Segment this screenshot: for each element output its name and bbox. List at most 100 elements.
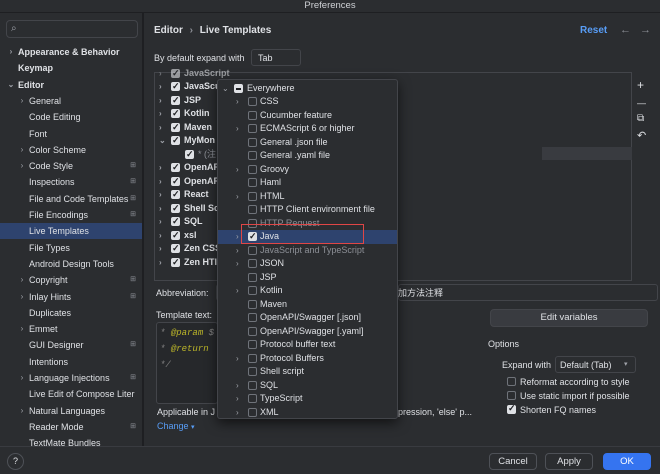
context-item-ecmascript-6-or-higher[interactable]: › ECMAScript 6 or higher <box>218 122 397 136</box>
template-group-checkbox[interactable] <box>171 67 180 80</box>
reformat-checkbox[interactable] <box>507 377 516 386</box>
context-item-kotlin[interactable]: › Kotlin <box>218 284 397 298</box>
context-checkbox[interactable] <box>248 124 257 133</box>
chevron-right-icon[interactable]: › <box>236 230 239 244</box>
template-group-checkbox[interactable] <box>171 161 180 174</box>
forward-arrow-icon[interactable]: → <box>640 24 651 36</box>
chevron-right-icon[interactable]: › <box>18 93 26 109</box>
everywhere-checkbox[interactable] <box>234 84 243 93</box>
context-checkbox[interactable] <box>248 97 257 106</box>
cancel-button[interactable]: Cancel <box>489 453 537 470</box>
minus-icon[interactable]: — <box>637 97 646 109</box>
context-checkbox[interactable] <box>248 367 257 376</box>
sidebar-item-file-types[interactable]: File Types <box>0 240 142 256</box>
sidebar-item-textmate-bundles[interactable]: TextMate Bundles <box>0 435 142 446</box>
chevron-right-icon[interactable]: › <box>236 122 239 136</box>
plus-icon[interactable]: + <box>637 79 644 91</box>
sidebar-item-inlay-hints[interactable]: › Inlay Hints ⊞ <box>0 289 142 305</box>
template-group-checkbox[interactable] <box>171 188 180 201</box>
chevron-right-icon[interactable]: › <box>18 289 26 305</box>
template-group-checkbox[interactable] <box>171 229 180 242</box>
context-checkbox[interactable] <box>248 191 257 201</box>
chevron-right-icon[interactable]: › <box>7 44 15 60</box>
chevron-down-icon[interactable]: ⌄ <box>7 77 15 93</box>
context-item-css[interactable]: › CSS <box>218 95 397 109</box>
context-item-typescript[interactable]: › TypeScript <box>218 392 397 406</box>
context-item-maven[interactable]: Maven <box>218 298 397 312</box>
sidebar-item-natural-languages[interactable]: › Natural Languages <box>0 403 142 419</box>
chevron-right-icon[interactable]: › <box>159 107 162 120</box>
chevron-right-icon[interactable]: › <box>236 190 239 204</box>
breadcrumb-editor[interactable]: Editor <box>154 25 183 36</box>
context-item-http-client-environment-file[interactable]: HTTP Client environment file <box>218 203 397 217</box>
static-import-checkbox[interactable] <box>507 391 516 400</box>
chevron-right-icon[interactable]: › <box>159 215 162 228</box>
template-group-checkbox[interactable] <box>171 80 180 93</box>
sidebar-item-color-scheme[interactable]: › Color Scheme <box>0 142 142 158</box>
sidebar-item-file-and-code-templates[interactable]: File and Code Templates ⊞ <box>0 191 142 207</box>
context-item-xml[interactable]: › XML <box>218 406 397 419</box>
sidebar-item-code-style[interactable]: › Code Style ⊞ <box>0 158 142 174</box>
template-group-checkbox[interactable] <box>185 148 194 161</box>
undo-icon[interactable]: ↶ <box>637 130 646 142</box>
chevron-right-icon[interactable]: › <box>18 403 26 419</box>
context-item-openapi-swagger-yaml[interactable]: OpenAPI/Swagger [.yaml] <box>218 325 397 339</box>
chevron-right-icon[interactable]: › <box>159 94 162 107</box>
context-checkbox[interactable] <box>248 380 257 390</box>
sidebar-item-live-templates[interactable]: Live Templates <box>0 223 142 240</box>
sidebar-item-editor[interactable]: ⌄ Editor <box>0 77 142 93</box>
template-group-checkbox[interactable] <box>171 107 180 120</box>
chevron-right-icon[interactable]: › <box>159 256 162 269</box>
chevron-right-icon[interactable]: › <box>236 379 239 393</box>
context-item-jsp[interactable]: JSP <box>218 271 397 285</box>
context-item-json[interactable]: › JSON <box>218 257 397 271</box>
context-checkbox[interactable] <box>248 164 257 174</box>
chevron-right-icon[interactable]: › <box>236 244 239 258</box>
context-checkbox[interactable] <box>248 353 257 363</box>
sidebar-item-live-edit-of-compose-liter[interactable]: Live Edit of Compose Liter <box>0 386 142 402</box>
context-checkbox[interactable] <box>248 286 257 295</box>
context-checkbox[interactable] <box>248 151 257 160</box>
template-group-checkbox[interactable] <box>171 134 180 147</box>
context-item-general-yaml-file[interactable]: General .yaml file <box>218 149 397 163</box>
context-item-groovy[interactable]: › Groovy <box>218 163 397 177</box>
help-button[interactable]: ? <box>7 453 24 470</box>
description-input[interactable]: 法加方法注释 <box>389 284 658 301</box>
chevron-right-icon[interactable]: › <box>18 142 26 158</box>
sidebar-item-code-editing[interactable]: Code Editing <box>0 109 142 125</box>
chevron-down-icon[interactable]: ⌄ <box>159 134 166 147</box>
context-item-general-json-file[interactable]: General .json file <box>218 136 397 150</box>
context-item-haml[interactable]: Haml <box>218 176 397 190</box>
chevron-right-icon[interactable]: › <box>236 284 239 298</box>
template-group-checkbox[interactable] <box>171 94 180 107</box>
template-group-checkbox[interactable] <box>171 256 180 269</box>
chevron-right-icon[interactable]: › <box>236 257 239 271</box>
chevron-right-icon[interactable]: › <box>236 392 239 406</box>
context-item-html[interactable]: › HTML <box>218 190 397 204</box>
chevron-right-icon[interactable]: › <box>159 202 162 215</box>
sidebar-item-general[interactable]: › General <box>0 93 142 109</box>
ok-button[interactable]: OK <box>603 453 651 470</box>
template-group-checkbox[interactable] <box>171 121 180 134</box>
expand-with-select[interactable]: Tab <box>251 49 301 66</box>
context-checkbox[interactable] <box>248 137 257 147</box>
chevron-right-icon[interactable]: › <box>159 161 162 174</box>
context-checkbox[interactable] <box>248 178 257 187</box>
chevron-right-icon[interactable]: › <box>159 229 162 242</box>
context-checkbox[interactable] <box>248 407 257 417</box>
sidebar-item-duplicates[interactable]: Duplicates <box>0 305 142 321</box>
context-item-openapi-swagger-json[interactable]: OpenAPI/Swagger [.json] <box>218 311 397 325</box>
context-checkbox[interactable] <box>248 259 257 268</box>
context-checkbox[interactable] <box>248 110 257 120</box>
context-item-shell-script[interactable]: Shell script <box>218 365 397 379</box>
sidebar-item-intentions[interactable]: Intentions <box>0 354 142 370</box>
template-text-editor[interactable]: * @param $ * @return */ <box>156 322 218 404</box>
sidebar-item-language-injections[interactable]: › Language Injections ⊞ <box>0 370 142 386</box>
context-checkbox[interactable] <box>248 272 257 282</box>
chevron-right-icon[interactable]: › <box>18 321 26 337</box>
sidebar-item-keymap[interactable]: Keymap <box>0 60 142 76</box>
context-item-protocol-buffers[interactable]: › Protocol Buffers <box>218 352 397 366</box>
sidebar-item-emmet[interactable]: › Emmet <box>0 321 142 337</box>
template-group-checkbox[interactable] <box>171 215 180 228</box>
context-checkbox[interactable] <box>248 326 257 336</box>
